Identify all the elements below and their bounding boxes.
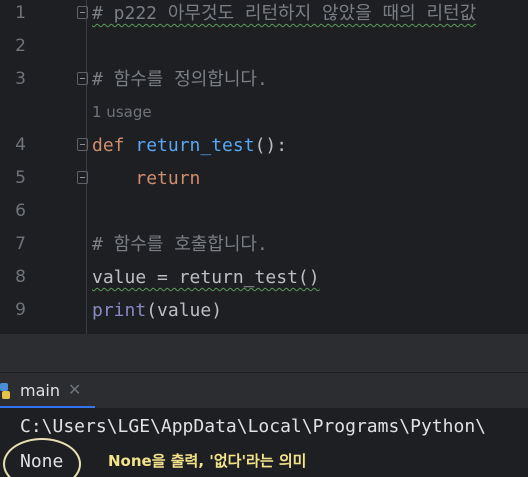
line-number: 5 [15,168,26,188]
annotation-text: None을 출력, '없다'라는 의미 [108,452,307,470]
usage-hint[interactable]: 1 usage [92,96,152,129]
fold-icon[interactable] [77,6,88,19]
code-rest: (value) [146,300,223,321]
code-text: print(value) [92,294,222,327]
code-line-9[interactable]: 9 print(value) [0,294,528,327]
code-line-7[interactable]: 7 # 함수를 호출합니다. [0,228,528,261]
line-number: 3 [15,69,26,89]
interpreter-path: C:\Users\LGE\AppData\Local\Programs\Pyth… [20,416,486,437]
code-line-6[interactable]: 6 [0,195,528,228]
line-number: 6 [15,201,26,221]
builtin-function: print [92,300,147,321]
line-number: 9 [15,300,26,320]
code-text: def return_test(): [92,129,287,162]
fold-icon[interactable] [77,72,88,85]
code-line-5[interactable]: 5 return [0,162,528,195]
fold-end-icon[interactable] [77,171,88,184]
code-line-2[interactable]: 2 [0,30,528,63]
comment: # 함수를 정의합니다. [92,69,268,90]
line-number: 8 [15,267,26,287]
line-number: 1 [15,3,26,23]
run-console[interactable]: C:\Users\LGE\AppData\Local\Programs\Pyth… [0,408,528,477]
code-line-8[interactable]: 8 value = return_test() [0,261,528,294]
comment: # p222 아무것도 리턴하지 않았을 때의 리턴값 [92,3,477,24]
line-number: 4 [15,135,26,155]
run-tool-window-header: main ✕ [0,372,528,409]
line-number: 2 [15,36,26,56]
code-line-1[interactable]: 1 # p222 아무것도 리턴하지 않았을 때의 리턴값 [0,0,528,30]
highlight-circle [3,438,81,477]
line-number: 7 [15,234,26,254]
code-text: return [92,162,200,195]
function-name: return_test [135,135,255,156]
close-icon[interactable]: ✕ [68,380,81,399]
code-text: value = return_test() [92,267,320,288]
panel-separator [0,334,528,372]
run-tab-main[interactable]: main [20,381,60,400]
code-editor[interactable]: 1 # p222 아무것도 리턴하지 않았을 때의 리턴값 2 3 # 함수를 … [0,0,528,334]
code-line-3[interactable]: 3 # 함수를 정의합니다. [0,63,528,96]
usage-hint-row: 1 usage [0,96,528,129]
python-icon [0,383,10,399]
code-line-4[interactable]: 4 def return_test(): [0,129,528,162]
fold-icon[interactable] [77,138,88,151]
comment: # 함수를 호출합니다. [92,234,268,255]
keyword: def [92,135,125,156]
keyword: return [135,168,201,189]
code-rest: (): [254,135,288,156]
